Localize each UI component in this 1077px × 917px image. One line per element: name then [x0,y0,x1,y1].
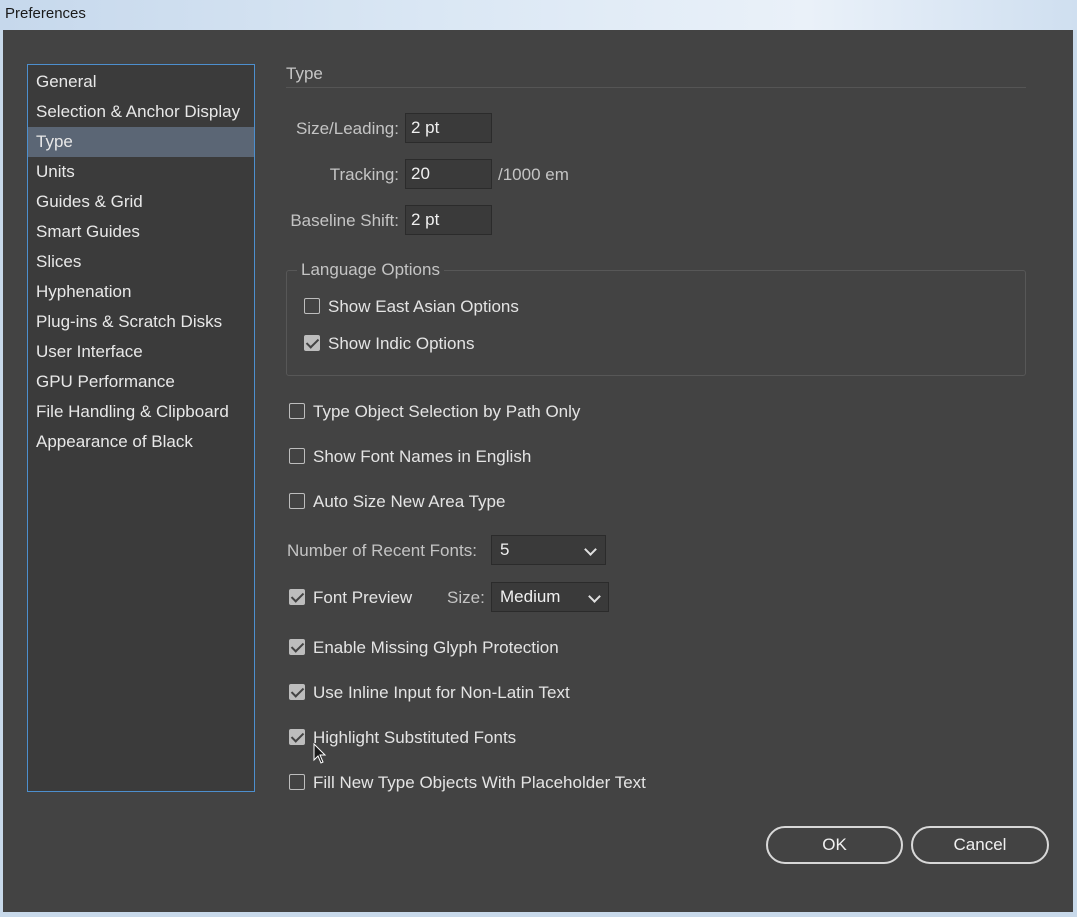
tracking-label: Tracking: [329,165,399,184]
cancel-button[interactable]: Cancel [911,826,1049,864]
font-names-english-checkbox[interactable] [289,448,305,464]
missing-glyph-label[interactable]: Enable Missing Glyph Protection [313,638,559,658]
indic-label[interactable]: Show Indic Options [328,334,474,354]
ok-button[interactable]: OK [766,826,903,864]
sidebar-item-appearance-of-black[interactable]: Appearance of Black [28,427,254,457]
window-frame-right [1073,30,1077,917]
mouse-pointer-icon [313,743,327,764]
language-options-group [286,270,1026,376]
sidebar-item-selection-anchor-display[interactable]: Selection & Anchor Display [28,97,254,127]
recent-fonts-value: 5 [500,540,510,559]
font-preview-size-select[interactable]: Medium [491,582,609,612]
sidebar-item-general[interactable]: General [28,67,254,97]
east-asian-checkbox[interactable] [304,298,320,314]
font-preview-size-label: Size: [447,588,485,607]
indic-checkbox[interactable] [304,335,320,351]
font-preview-size-value: Medium [500,587,561,606]
size-leading-input[interactable] [405,113,492,143]
sidebar-item-smart-guides[interactable]: Smart Guides [28,217,254,247]
section-divider [286,87,1026,88]
recent-fonts-label: Number of Recent Fonts: [287,541,477,560]
sidebar-item-hyphenation[interactable]: Hyphenation [28,277,254,307]
baseline-shift-label: Baseline Shift: [290,211,399,230]
font-preview-label[interactable]: Font Preview [313,588,412,608]
size-leading-label: Size/Leading: [295,119,399,138]
category-list[interactable]: General Selection & Anchor Display Type … [27,64,255,792]
preferences-dialog: General Selection & Anchor Display Type … [3,30,1073,912]
language-options-legend: Language Options [297,260,444,280]
sidebar-item-user-interface[interactable]: User Interface [28,337,254,367]
sidebar-item-type[interactable]: Type [28,127,254,157]
font-preview-checkbox[interactable] [289,589,305,605]
fill-placeholder-checkbox[interactable] [289,774,305,790]
type-object-selection-checkbox[interactable] [289,403,305,419]
auto-size-checkbox[interactable] [289,493,305,509]
window-frame-bottom [0,912,1077,917]
font-names-english-label[interactable]: Show Font Names in English [313,447,531,467]
recent-fonts-select[interactable]: 5 [491,535,606,565]
auto-size-label[interactable]: Auto Size New Area Type [313,492,505,512]
inline-input-checkbox[interactable] [289,684,305,700]
sidebar-item-slices[interactable]: Slices [28,247,254,277]
window-title: Preferences [5,5,86,22]
east-asian-label[interactable]: Show East Asian Options [328,297,519,317]
inline-input-label[interactable]: Use Inline Input for Non-Latin Text [313,683,570,703]
baseline-shift-input[interactable] [405,205,492,235]
fill-placeholder-label[interactable]: Fill New Type Objects With Placeholder T… [313,773,646,793]
type-object-selection-label[interactable]: Type Object Selection by Path Only [313,402,580,422]
sidebar-item-guides-grid[interactable]: Guides & Grid [28,187,254,217]
sidebar-item-file-handling-clipboard[interactable]: File Handling & Clipboard [28,397,254,427]
chevron-down-icon [584,543,597,556]
tracking-input[interactable] [405,159,492,189]
sidebar-item-units[interactable]: Units [28,157,254,187]
missing-glyph-checkbox[interactable] [289,639,305,655]
window-titlebar[interactable]: Preferences [0,0,1077,30]
section-title: Type [286,64,323,83]
chevron-down-icon [588,590,601,603]
highlight-substituted-checkbox[interactable] [289,729,305,745]
sidebar-item-gpu-performance[interactable]: GPU Performance [28,367,254,397]
tracking-unit: /1000 em [498,165,569,184]
highlight-substituted-label[interactable]: Highlight Substituted Fonts [313,728,516,748]
sidebar-item-plugins-scratch-disks[interactable]: Plug-ins & Scratch Disks [28,307,254,337]
